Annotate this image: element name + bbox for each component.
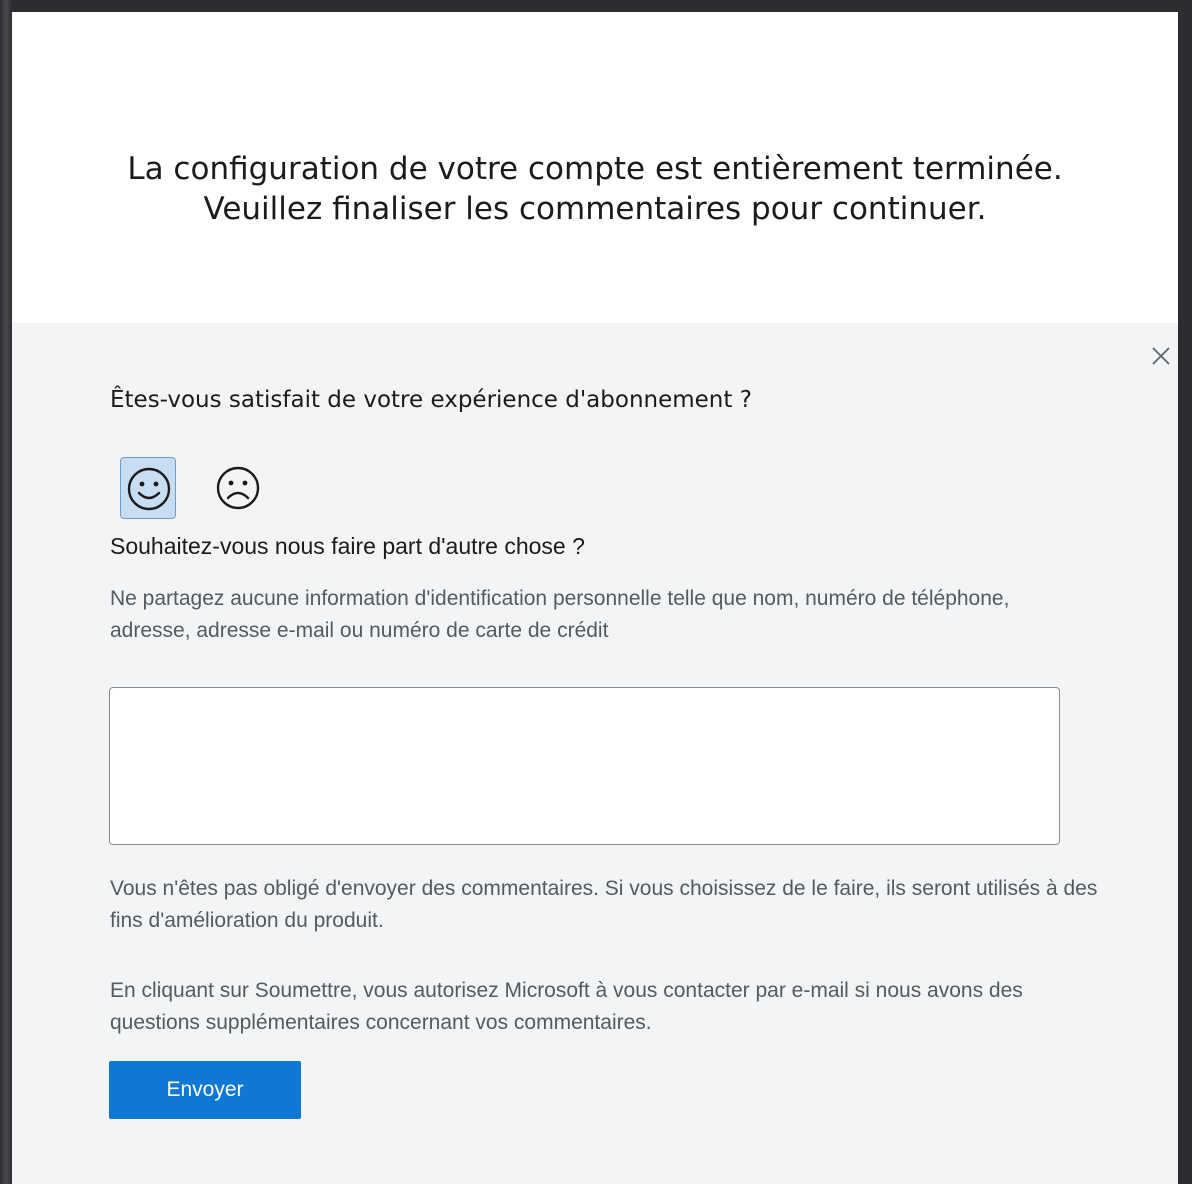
feedback-panel: Êtes-vous satisfait de votre expérience … xyxy=(12,323,1178,1184)
privacy-note: Ne partagez aucune information d'identif… xyxy=(110,587,1010,642)
optional-feedback-note: Vous n'êtes pas obligé d'envoyer des com… xyxy=(110,877,1098,932)
comment-textarea[interactable] xyxy=(109,687,1060,845)
smiley-sad-icon xyxy=(216,466,260,510)
happy-rating-button[interactable] xyxy=(120,457,176,519)
dialog-window: La configuration de votre compte est ent… xyxy=(12,12,1178,1184)
smiley-happy-icon xyxy=(127,467,171,511)
banner-line-2: Veuillez finaliser les commentaires pour… xyxy=(203,191,987,227)
banner-title: La configuration de votre compte est ent… xyxy=(12,149,1178,229)
submit-button[interactable]: Envoyer xyxy=(109,1061,301,1119)
contact-consent-note: En cliquant sur Soumettre, vous autorise… xyxy=(110,979,1023,1034)
satisfaction-question: Êtes-vous satisfait de votre expérience … xyxy=(110,387,752,413)
completion-banner: La configuration de votre compte est ent… xyxy=(12,12,1178,323)
close-button[interactable] xyxy=(1148,343,1174,369)
other-feedback-question: Souhaitez-vous nous faire part d'autre c… xyxy=(110,533,585,559)
banner-line-1: La configuration de votre compte est ent… xyxy=(127,151,1063,187)
close-icon xyxy=(1152,347,1170,365)
sad-rating-button[interactable] xyxy=(210,457,266,519)
